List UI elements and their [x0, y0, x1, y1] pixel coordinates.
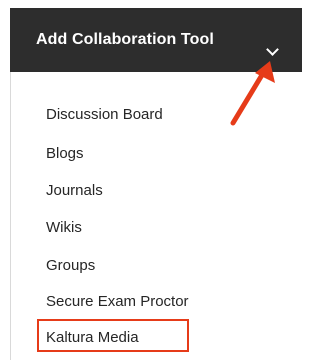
- menu-item-journals[interactable]: Journals: [46, 181, 103, 201]
- page: Add Collaboration Tool Discussion Board …: [0, 0, 309, 360]
- menu-item-kaltura-media[interactable]: Kaltura Media: [46, 328, 139, 348]
- menu-item-blogs[interactable]: Blogs: [46, 144, 84, 164]
- menu-item-discussion-board[interactable]: Discussion Board: [46, 105, 163, 125]
- chevron-down-icon: [266, 43, 279, 56]
- arrow-pointer-icon: [230, 61, 275, 126]
- menu-button-label: Add Collaboration Tool: [36, 31, 214, 48]
- menu-item-wikis[interactable]: Wikis: [46, 218, 82, 238]
- menu-item-groups[interactable]: Groups: [46, 256, 95, 276]
- menu-item-secure-exam-proctor[interactable]: Secure Exam Proctor: [46, 292, 189, 312]
